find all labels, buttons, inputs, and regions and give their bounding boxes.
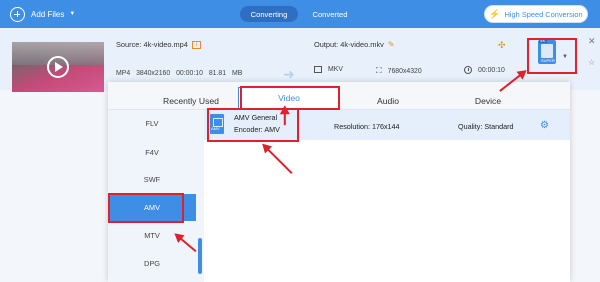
output-duration: 00:00:10 [464,66,505,74]
film-icon [314,66,322,73]
format-quality: Quality: Standard [458,122,514,131]
output-format-value: MKV [328,66,343,73]
output-duration-value: 00:00:10 [478,66,505,74]
tab-device[interactable]: Device [438,82,538,110]
sidebar-scrollbar[interactable] [198,238,202,274]
clock-icon [464,66,472,74]
output-resolution-value: 7680x4320 [387,67,422,75]
star-icon[interactable]: ☆ [588,58,595,67]
sidebar-item-dpg[interactable]: DPG [108,250,196,277]
pencil-icon[interactable]: ✎ [388,40,395,49]
bolt-icon: ⚡ [489,8,501,19]
tab-converting[interactable]: Converting [240,6,298,22]
gear-icon[interactable]: ⚙ [540,120,549,131]
source-file: Source: 4k-video.mp4 i [116,40,201,50]
output-label: Output: 4k-video.mkv [314,40,384,49]
highlight-amv-sidebar [108,193,184,223]
add-files-button[interactable]: Add Files ▼ [10,6,75,22]
close-icon[interactable]: ✕ [588,36,596,47]
video-thumbnail[interactable] [12,42,104,92]
output-resolution: ⛶ 7680x4320 [376,66,422,76]
output-file: Output: 4k-video.mkv ✎ [314,40,395,49]
high-speed-conversion-button[interactable]: ⚡ High Speed Conversion [484,5,588,23]
high-speed-label: High Speed Conversion [504,9,583,19]
sidebar-item-flv[interactable]: FLV [108,110,196,137]
highlight-video-tab [240,86,340,110]
add-files-label: Add Files [31,9,65,19]
plus-circle-icon [10,6,25,22]
source-meta: MP4 3840x2160 00:00:10 81.81 MB [116,70,243,77]
source-label: Source: 4k-video.mp4 [116,40,188,49]
tab-recently-used[interactable]: Recently Used [138,82,244,110]
chevron-down-icon[interactable]: ▼ [69,11,75,17]
format-resolution: Resolution: 176x144 [334,122,400,131]
move-icon[interactable]: ✣ [498,40,506,51]
tab-audio[interactable]: Audio [338,82,438,110]
info-icon[interactable]: i [191,41,201,50]
output-format: MKV [314,66,343,73]
arrow-to-video-tab [283,107,287,126]
highlight-format-button [527,38,577,74]
tab-converted[interactable]: Converted [302,6,358,22]
format-panel: Recently Used Video Audio Device FLV F4V… [108,82,570,282]
sidebar-item-swf[interactable]: SWF [108,166,196,193]
sidebar-item-f4v[interactable]: F4V [108,139,196,166]
top-bar: Add Files ▼ Converting Converted ⚡ High … [0,0,600,28]
play-icon[interactable] [47,56,69,78]
arrow-right-icon: ➜ [283,66,295,82]
resolution-icon: ⛶ [376,66,382,75]
